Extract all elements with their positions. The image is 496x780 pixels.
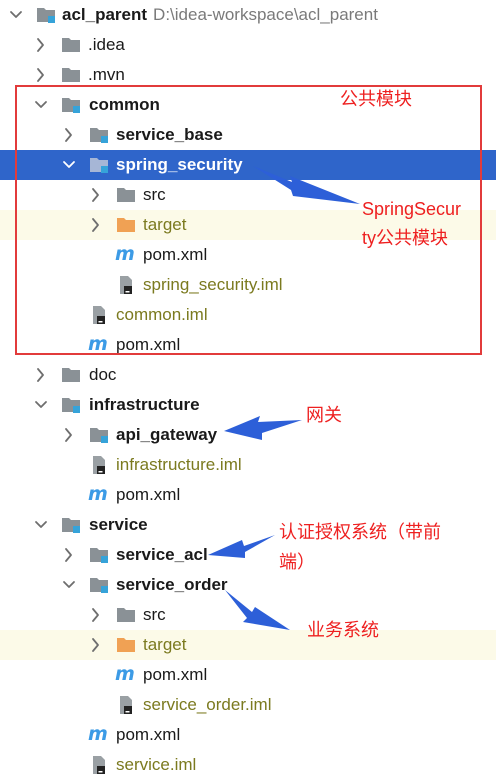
annotation-gateway: 网关 [306, 405, 342, 425]
tree-row[interactable]: service.iml [0, 750, 496, 780]
tree-item-name: src [143, 605, 166, 624]
tree-row[interactable]: acl_parent D:\idea-workspace\acl_parent [0, 0, 496, 30]
tree-item-label: api_gateway [116, 424, 217, 446]
chevron-right-icon[interactable] [88, 605, 104, 625]
tree-row[interactable]: infrastructure.iml [0, 450, 496, 480]
tree-item-name: service_order [116, 575, 228, 594]
orange-folder-icon [116, 635, 136, 655]
project-path: D:\idea-workspace\acl_parent [153, 5, 378, 24]
tree-item-name: acl_parent [62, 5, 148, 24]
tree-item-name: .mvn [88, 65, 125, 84]
tree-item-label: target [143, 634, 186, 656]
tree-item-name: service_order.iml [143, 695, 272, 714]
tree-item-label: src [143, 604, 166, 626]
tree-item-label: infrastructure.iml [116, 454, 242, 476]
module-folder-icon [61, 395, 81, 415]
iml-file-icon [89, 755, 109, 775]
tree-row[interactable]: service_order [0, 570, 496, 600]
chevron-right-icon[interactable] [88, 635, 104, 655]
tree-item-label: service.iml [116, 754, 196, 776]
module-folder-icon [89, 575, 109, 595]
tree-row[interactable]: service_order.iml [0, 690, 496, 720]
annotation-auth-1: 认证授权系统（带前 [279, 522, 441, 542]
tree-row[interactable]: target [0, 630, 496, 660]
chevron-down-icon[interactable] [33, 395, 49, 415]
tree-item-label: doc [89, 364, 116, 386]
tree-item-name: pom.xml [116, 485, 181, 504]
tree-item-label: acl_parent D:\idea-workspace\acl_parent [62, 4, 378, 26]
tree-row[interactable]: m pom.xml [0, 720, 496, 750]
chevron-right-icon[interactable] [33, 35, 49, 55]
tree-row[interactable]: api_gateway [0, 420, 496, 450]
tree-item-name: api_gateway [116, 425, 218, 444]
chevron-right-icon[interactable] [33, 365, 49, 385]
annotation-spring-security-2: ty公共模块 [362, 228, 449, 248]
tree-item-name: .idea [88, 35, 125, 54]
module-folder-icon [36, 5, 56, 25]
tree-item-name: infrastructure [89, 395, 200, 414]
folder-icon [61, 35, 81, 55]
tree-item-name: target [143, 635, 187, 654]
tree-item-name: service [89, 515, 148, 534]
tree-item-name: service.iml [116, 755, 197, 774]
annotation-auth-2: 端） [279, 552, 315, 572]
chevron-down-icon[interactable] [61, 575, 77, 595]
module-folder-icon [89, 545, 109, 565]
annotation-spring-security-1: SpringSecur [362, 199, 462, 219]
module-folder-icon [89, 425, 109, 445]
tree-row[interactable]: m pom.xml [0, 480, 496, 510]
tree-item-label: service_order [116, 574, 228, 596]
module-folder-icon [61, 515, 81, 535]
iml-file-icon [116, 695, 136, 715]
folder-icon [116, 605, 136, 625]
maven-icon: m [115, 663, 135, 685]
tree-item-label: service [89, 514, 148, 536]
chevron-down-icon[interactable] [33, 515, 49, 535]
folder-icon [61, 365, 81, 385]
tree-item-name: pom.xml [116, 725, 181, 744]
tree-item-name: service_acl [116, 545, 208, 564]
chevron-right-icon[interactable] [61, 545, 77, 565]
tree-item-label: service_order.iml [143, 694, 272, 716]
tree-row[interactable]: infrastructure [0, 390, 496, 420]
tree-item-label: .idea [88, 34, 125, 56]
tree-item-name: pom.xml [143, 665, 208, 684]
folder-icon [61, 65, 81, 85]
tree-row[interactable]: doc [0, 360, 496, 390]
maven-icon: m [88, 723, 108, 745]
annotation-common: 公共模块 [340, 89, 412, 109]
tree-item-label: pom.xml [116, 484, 180, 506]
tree-item-label: pom.xml [143, 664, 207, 686]
iml-file-icon [89, 455, 109, 475]
tree-row[interactable]: src [0, 600, 496, 630]
tree-item-label: infrastructure [89, 394, 200, 416]
tree-item-label: pom.xml [116, 724, 180, 746]
tree-item-name: infrastructure.iml [116, 455, 242, 474]
tree-row[interactable]: service_acl [0, 540, 496, 570]
maven-icon: m [88, 483, 108, 505]
chevron-right-icon[interactable] [61, 425, 77, 445]
annotation-business: 业务系统 [307, 620, 379, 640]
tree-row[interactable]: m pom.xml [0, 660, 496, 690]
tree-item-label: .mvn [88, 64, 125, 86]
chevron-right-icon[interactable] [33, 65, 49, 85]
tree-item-name: doc [89, 365, 117, 384]
tree-item-label: service_acl [116, 544, 208, 566]
tree-row[interactable]: .idea [0, 30, 496, 60]
chevron-down-icon[interactable] [8, 5, 24, 25]
